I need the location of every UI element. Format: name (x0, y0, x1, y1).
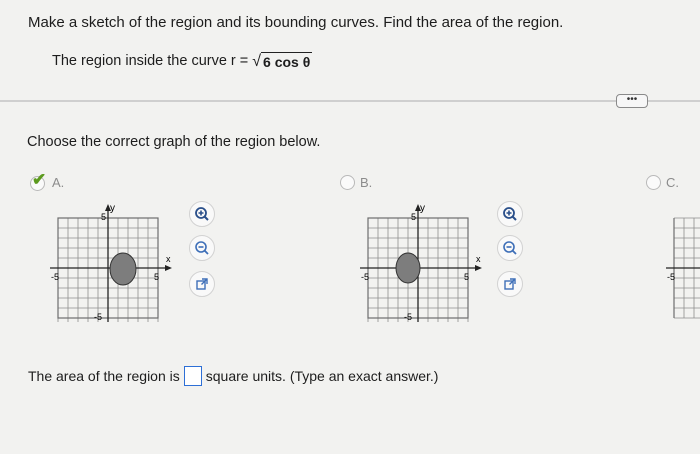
question-title: Make a sketch of the region and its boun… (28, 14, 564, 31)
option-c[interactable]: C. (646, 175, 679, 190)
more-button[interactable]: ••• (616, 94, 648, 108)
answer-prefix: The area of the region is (28, 368, 180, 384)
option-a[interactable]: ✔ A. (30, 170, 65, 191)
open-in-window-button[interactable] (497, 271, 523, 297)
radical-sign-icon: √ (252, 53, 262, 70)
open-in-window-button[interactable] (189, 271, 215, 297)
region-description: The region inside the curve r = √ 6 cos … (52, 52, 313, 70)
region-prefix: The region inside the curve r = (52, 53, 249, 69)
graph-b: y x 5 -5 5 -5 (360, 203, 482, 322)
zoom-in-button[interactable] (189, 201, 215, 227)
zoom-out-icon (195, 241, 209, 255)
shaded-region (395, 252, 421, 284)
answer-suffix: square units. (Type an exact answer.) (205, 368, 439, 384)
zoom-in-icon (195, 207, 209, 221)
x-axis-label: x (166, 254, 171, 264)
tick-label-y-pos: 5 (411, 212, 416, 222)
external-link-icon (504, 278, 516, 290)
zoom-out-button[interactable] (497, 235, 523, 261)
zoom-in-icon (503, 207, 517, 221)
option-b[interactable]: B. (340, 175, 372, 190)
square-root-expression: √ 6 cos θ (252, 52, 313, 70)
option-b-radio[interactable] (340, 175, 355, 190)
x-axis-label: x (476, 254, 481, 264)
divider (0, 100, 700, 102)
external-link-icon (196, 278, 208, 290)
x-axis-arrow-icon (475, 265, 482, 271)
tick-label-y-pos: 5 (101, 212, 106, 222)
shaded-region (109, 252, 137, 286)
graph-c: -5 (666, 217, 700, 319)
answer-input[interactable] (183, 366, 202, 386)
option-a-label: A. (52, 175, 65, 190)
answer-line: The area of the region is square units. … (28, 366, 438, 386)
tick-label-y-neg: -5 (404, 312, 412, 322)
option-b-label: B. (360, 175, 373, 190)
checkmark-icon: ✔ (32, 170, 47, 189)
y-axis-label: y (420, 203, 425, 214)
y-axis-label: y (110, 203, 115, 214)
graph-a: y x 5 -5 5 -5 (50, 203, 172, 322)
tick-label-x-pos: 5 (154, 272, 159, 282)
tick-label-x-neg: -5 (51, 272, 59, 282)
x-axis-arrow-icon (165, 265, 172, 271)
zoom-out-icon (503, 241, 517, 255)
tick-label-y-neg: -5 (94, 312, 102, 322)
zoom-in-button[interactable] (497, 201, 523, 227)
tick-label-x-neg: -5 (361, 272, 369, 282)
option-c-radio[interactable] (646, 175, 661, 190)
zoom-out-button[interactable] (189, 235, 215, 261)
tick-label-x-pos: 5 (464, 272, 469, 282)
radicand: 6 cos θ (261, 52, 313, 70)
choose-instruction: Choose the correct graph of the region b… (27, 134, 321, 150)
option-c-label: C. (666, 175, 679, 190)
tick-label-x-neg: -5 (667, 272, 675, 282)
